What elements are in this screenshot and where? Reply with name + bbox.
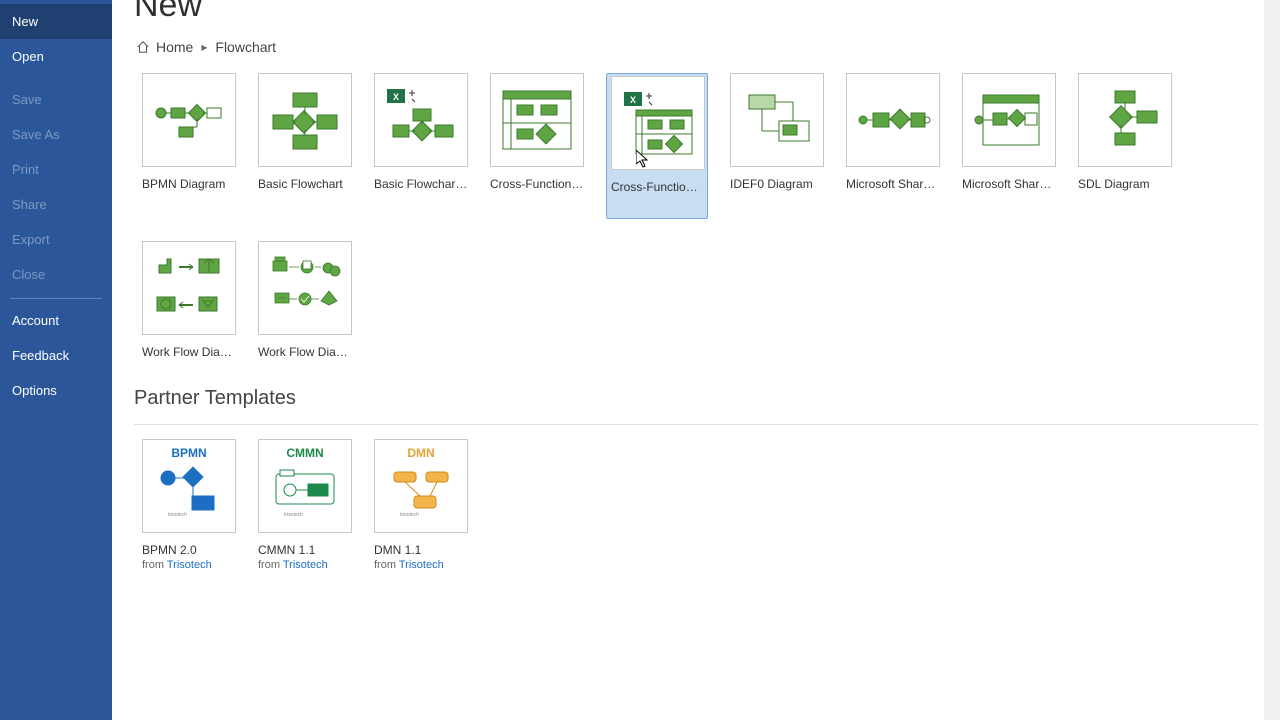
template-label: Microsoft Share...	[846, 177, 940, 191]
partner-dmn[interactable]: DMN trisotech DMN 1.1 from Trisotech	[374, 439, 468, 571]
partner-from: from Trisotech	[374, 559, 468, 571]
template-label: Microsoft Share...	[962, 177, 1056, 191]
sidebar-account[interactable]: Account	[0, 303, 112, 338]
template-label: Cross-Functional...	[611, 180, 703, 194]
breadcrumb-home[interactable]: Home	[136, 39, 193, 55]
partner-templates-heading: Partner Templates	[134, 387, 1258, 410]
sidebar-export: Export	[0, 222, 112, 257]
sidebar-close: Close	[0, 257, 112, 292]
svg-text:trisotech: trisotech	[168, 512, 187, 518]
sidebar-print: Print	[0, 152, 112, 187]
partner-link[interactable]: Trisotech	[167, 559, 212, 571]
partner-name: DMN	[407, 446, 434, 460]
partner-link[interactable]: Trisotech	[283, 559, 328, 571]
template-sharepoint-workflow-2[interactable]: Microsoft Share...	[962, 73, 1056, 219]
home-icon	[136, 40, 150, 54]
partner-cmmn[interactable]: CMMN trisotech CMMN 1.1 from Trisotech	[258, 439, 352, 571]
backstage-sidebar: New Open Save Save As Print Share Export…	[0, 0, 112, 720]
template-cross-functional-excel[interactable]: X Cross-Functional...	[606, 73, 708, 219]
template-grid: BPMN Diagram Basic Flowchart X	[142, 73, 1258, 359]
template-label: IDEF0 Diagram	[730, 177, 824, 191]
template-workflow-diagram-2[interactable]: Work Flow Diagr...	[258, 241, 352, 359]
sidebar-save: Save	[0, 82, 112, 117]
template-label: Basic Flowchart...	[374, 177, 468, 191]
chevron-right-icon: ▸	[201, 40, 207, 54]
partner-bpmn[interactable]: BPMN trisotech BPMN 2.0 from Trisotech	[142, 439, 236, 571]
partner-link[interactable]: Trisotech	[399, 559, 444, 571]
sidebar-share: Share	[0, 187, 112, 222]
template-basic-flowchart[interactable]: Basic Flowchart	[258, 73, 352, 219]
template-label: BPMN Diagram	[142, 177, 236, 191]
section-divider	[134, 424, 1258, 425]
partner-from: from Trisotech	[142, 559, 236, 571]
template-idef0-diagram[interactable]: IDEF0 Diagram	[730, 73, 824, 219]
template-label: Work Flow Diagr...	[142, 345, 236, 359]
template-sdl-diagram[interactable]: SDL Diagram	[1078, 73, 1172, 219]
sidebar-new[interactable]: New	[0, 4, 112, 39]
template-cross-functional[interactable]: Cross-Functional...	[490, 73, 584, 219]
breadcrumb-current: Flowchart	[215, 39, 276, 55]
template-workflow-diagram-1[interactable]: Work Flow Diagr...	[142, 241, 236, 359]
partner-label: BPMN 2.0	[142, 543, 236, 557]
sidebar-saveas: Save As	[0, 117, 112, 152]
template-bpmn-diagram[interactable]: BPMN Diagram	[142, 73, 236, 219]
partner-label: CMMN 1.1	[258, 543, 352, 557]
sidebar-open[interactable]: Open	[0, 39, 112, 74]
template-label: Basic Flowchart	[258, 177, 352, 191]
partner-label: DMN 1.1	[374, 543, 468, 557]
template-label: Cross-Functional...	[490, 177, 584, 191]
template-sharepoint-workflow-1[interactable]: Microsoft Share...	[846, 73, 940, 219]
template-label: SDL Diagram	[1078, 177, 1172, 191]
template-label: Work Flow Diagr...	[258, 345, 352, 359]
svg-text:trisotech: trisotech	[284, 512, 303, 518]
svg-text:X: X	[630, 95, 636, 105]
sidebar-feedback[interactable]: Feedback	[0, 338, 112, 373]
partner-from: from Trisotech	[258, 559, 352, 571]
breadcrumb-home-label: Home	[156, 39, 193, 55]
breadcrumb: Home ▸ Flowchart	[136, 39, 1258, 55]
svg-text:trisotech: trisotech	[400, 512, 419, 518]
partner-name: CMMN	[286, 446, 323, 460]
sidebar-options[interactable]: Options	[0, 373, 112, 408]
vertical-scrollbar[interactable]	[1264, 0, 1280, 720]
partner-grid: BPMN trisotech BPMN 2.0 from Trisotech C…	[142, 439, 1258, 571]
partner-name: BPMN	[171, 446, 206, 460]
svg-text:X: X	[393, 92, 399, 102]
template-basic-flowchart-excel[interactable]: X Basic Flowchart...	[374, 73, 468, 219]
page-title: New	[134, 0, 1258, 25]
